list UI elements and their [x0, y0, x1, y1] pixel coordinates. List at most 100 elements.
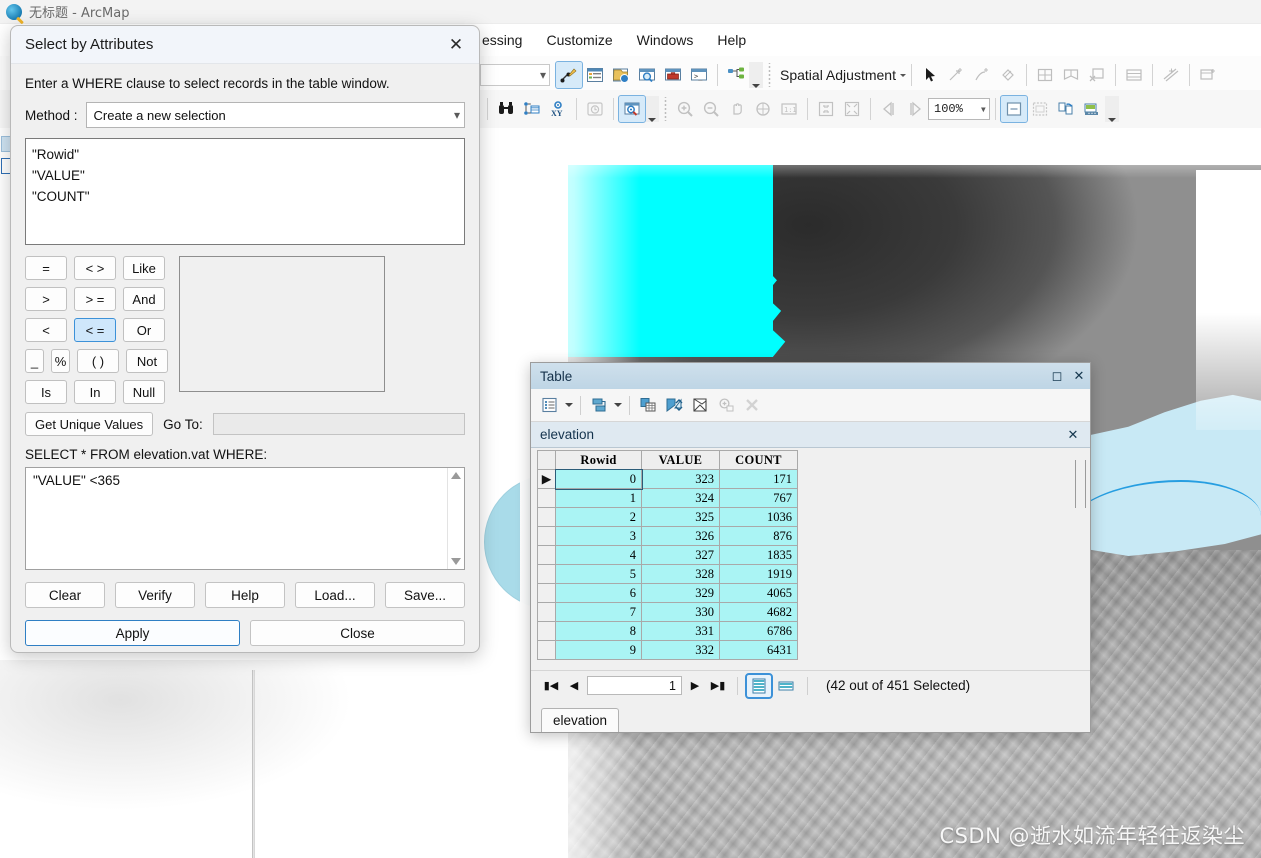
op-greater[interactable]: >	[25, 287, 67, 311]
field-list[interactable]: "Rowid" "VALUE" "COUNT"	[25, 138, 465, 245]
cell-value[interactable]: 329	[641, 583, 720, 603]
multipoint-icon[interactable]	[1032, 62, 1058, 88]
go-first-icon[interactable]: ▮◀	[541, 676, 561, 696]
refresh-icon[interactable]	[1053, 96, 1079, 122]
clear-selection-icon[interactable]	[713, 393, 738, 418]
delete-icon[interactable]	[739, 393, 764, 418]
cell-rowid[interactable]: 5	[555, 564, 642, 584]
row-indicator[interactable]	[537, 583, 556, 603]
cell-value[interactable]: 331	[641, 621, 720, 641]
search-window-icon[interactable]	[634, 62, 660, 88]
table-row[interactable]: 5 328 1919	[537, 564, 798, 584]
cell-value[interactable]: 324	[641, 488, 720, 508]
cell-rowid[interactable]: 6	[555, 583, 642, 603]
data-view-icon[interactable]	[1000, 95, 1028, 123]
cell-rowid[interactable]: 7	[555, 602, 642, 622]
go-last-icon[interactable]: ▶▮	[708, 676, 728, 696]
add-field-icon[interactable]	[635, 393, 660, 418]
row-indicator[interactable]: ▶	[537, 469, 556, 489]
op-null[interactable]: Null	[123, 380, 165, 404]
op-less[interactable]: <	[25, 318, 67, 342]
cell-value[interactable]: 328	[641, 564, 720, 584]
op-and[interactable]: And	[123, 287, 165, 311]
zoom-out-icon[interactable]	[698, 96, 724, 122]
cell-count[interactable]: 876	[719, 526, 798, 546]
cell-rowid[interactable]: 1	[555, 488, 642, 508]
cell-count[interactable]: 6786	[719, 621, 798, 641]
toolbar-grip[interactable]	[663, 97, 668, 121]
cell-count[interactable]: 767	[719, 488, 798, 508]
select-arrow-icon[interactable]	[917, 62, 943, 88]
layer-combo[interactable]: ▾	[480, 64, 550, 86]
table-of-contents-icon[interactable]	[582, 62, 608, 88]
switch-selection-icon[interactable]	[661, 393, 686, 418]
cell-rowid[interactable]: 2	[555, 507, 642, 527]
op-equals[interactable]: =	[25, 256, 67, 280]
row-indicator[interactable]	[537, 488, 556, 508]
table-row[interactable]: ▶ 0 323 171	[537, 468, 798, 490]
column-header-rowid[interactable]: Rowid	[555, 450, 642, 470]
cell-value[interactable]: 330	[641, 602, 720, 622]
get-unique-values-button[interactable]: Get Unique Values	[25, 412, 154, 436]
cell-count[interactable]: 6431	[719, 640, 798, 660]
cell-count[interactable]: 171	[719, 469, 798, 489]
cell-rowid[interactable]: 0	[554, 468, 643, 490]
maximize-icon[interactable]: ◻	[1046, 365, 1068, 387]
table-row[interactable]: 9 332 6431	[537, 640, 798, 660]
related-tables-caret-icon[interactable]	[612, 393, 624, 418]
python-window-icon[interactable]: >_	[686, 62, 712, 88]
zoom-out-fixed-icon[interactable]	[839, 96, 865, 122]
table-tab-name[interactable]: elevation	[540, 427, 1062, 442]
cell-count[interactable]: 4065	[719, 583, 798, 603]
snap-icon[interactable]	[1084, 62, 1110, 88]
add-xy-data-icon[interactable]: XY	[545, 96, 571, 122]
row-indicator[interactable]	[537, 526, 556, 546]
forward-extent-icon[interactable]	[902, 96, 928, 122]
spatial-adjustment-label[interactable]: Spatial Adjustment	[776, 67, 900, 83]
row-indicator[interactable]	[537, 640, 556, 660]
cell-count[interactable]: 1835	[719, 545, 798, 565]
new-displacement-link-icon[interactable]	[943, 62, 969, 88]
show-selected-records-icon[interactable]	[774, 675, 798, 697]
cell-count[interactable]: 1036	[719, 507, 798, 527]
op-not-equals[interactable]: < >	[74, 256, 116, 280]
column-header-count[interactable]: COUNT	[719, 450, 798, 470]
go-next-icon[interactable]: ▶	[685, 676, 705, 696]
cell-rowid[interactable]: 9	[555, 640, 642, 660]
field-item-value[interactable]: "VALUE"	[32, 165, 458, 186]
record-number-input[interactable]: 1	[587, 676, 682, 695]
op-like[interactable]: Like	[123, 256, 165, 280]
cell-rowid[interactable]: 3	[555, 526, 642, 546]
field-item-rowid[interactable]: "Rowid"	[32, 144, 458, 165]
table-row[interactable]: 3 326 876	[537, 526, 798, 546]
sql-expression-text[interactable]: "VALUE" <365	[26, 468, 447, 569]
attribute-transfer-icon[interactable]	[1058, 62, 1084, 88]
cell-rowid[interactable]: 8	[555, 621, 642, 641]
pause-drawing-icon[interactable]	[1079, 96, 1105, 122]
zoom-in-icon[interactable]	[672, 96, 698, 122]
table-row[interactable]: 2 325 1036	[537, 507, 798, 527]
op-in[interactable]: In	[74, 380, 116, 404]
close-icon[interactable]: ✕	[441, 32, 471, 58]
attribute-transfer-tool-icon[interactable]	[1195, 62, 1221, 88]
sql-expression-box[interactable]: "VALUE" <365	[25, 467, 465, 570]
column-header-value[interactable]: VALUE	[641, 450, 720, 470]
new-identity-link-icon[interactable]	[969, 62, 995, 88]
table-options-icon[interactable]	[537, 393, 562, 418]
load-button[interactable]: Load...	[295, 582, 375, 608]
verify-button[interactable]: Verify	[115, 582, 195, 608]
zoom-percent-combo[interactable]: 100% ▾	[928, 98, 990, 120]
bottom-tab-elevation[interactable]: elevation	[541, 708, 620, 732]
op-not[interactable]: Not	[126, 349, 168, 373]
scroll-up-icon[interactable]	[451, 472, 461, 479]
go-previous-icon[interactable]: ◀	[564, 676, 584, 696]
cell-value[interactable]: 327	[641, 545, 720, 565]
cell-count[interactable]: 4682	[719, 602, 798, 622]
row-indicator[interactable]	[537, 564, 556, 584]
close-button[interactable]: Close	[250, 620, 465, 646]
cell-value[interactable]: 325	[641, 507, 720, 527]
show-all-records-icon[interactable]	[745, 672, 773, 699]
back-extent-icon[interactable]	[876, 96, 902, 122]
close-icon[interactable]: ✕	[1062, 424, 1084, 446]
row-indicator[interactable]	[537, 621, 556, 641]
